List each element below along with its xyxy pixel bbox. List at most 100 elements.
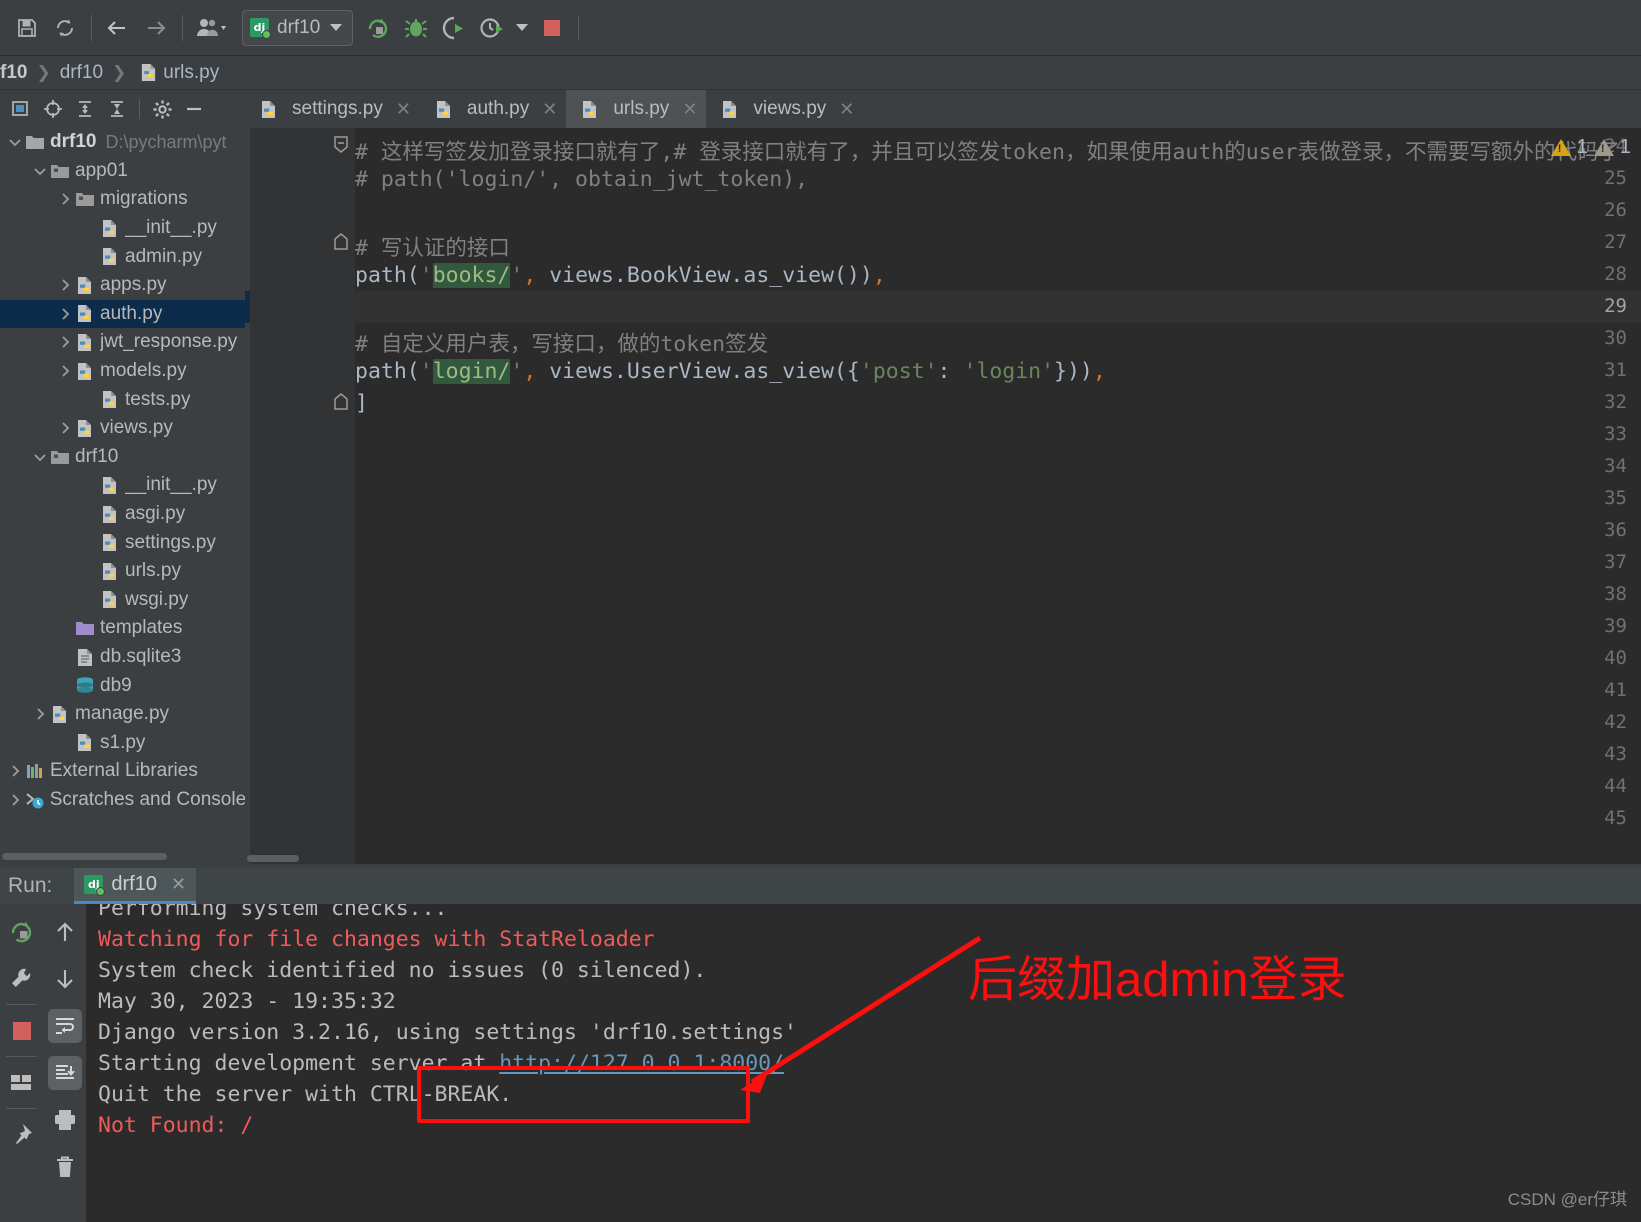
chevron-right-icon[interactable] [56,190,74,208]
select-target-icon[interactable] [6,94,36,124]
sync-icon[interactable] [46,9,84,47]
editor-tab-bar[interactable]: settings.py ✕ auth.py ✕ urls.py ✕ views.py ✕ [245,90,1641,128]
tree-item[interactable]: Scratches and Consoles [0,786,245,815]
code-line[interactable]: # 自定义用户表，写接口，做的token签发 [355,327,768,358]
tree-item[interactable]: jwt_response.py [0,328,245,357]
editor-hscrollbar[interactable] [245,852,1641,864]
stop-icon-run[interactable] [0,1007,43,1054]
tree-item[interactable]: drf10 [0,443,245,472]
close-icon[interactable]: ✕ [682,99,697,120]
tree-item[interactable]: models.py [0,357,245,386]
tree-item[interactable]: tests.py [0,385,245,414]
collapse-all-icon[interactable] [102,94,132,124]
rerun-icon[interactable] [359,9,397,47]
tree-item[interactable]: External Libraries [0,757,245,786]
inspection-indicator[interactable]: 1 1 [1550,136,1631,159]
scroll-to-end-icon[interactable] [43,1049,86,1096]
tree-item[interactable]: asgi.py [0,500,245,529]
chevron-right-icon[interactable] [81,248,99,266]
close-icon[interactable]: ✕ [396,99,411,120]
hide-icon[interactable] [179,94,209,124]
expand-all-icon[interactable] [70,94,100,124]
tree-item[interactable]: views.py [0,414,245,443]
run-configuration-selector[interactable]: dj drf10 [242,9,354,46]
soft-wrap-icon[interactable] [43,1002,86,1049]
chevron-right-icon[interactable] [56,305,74,323]
wrench-settings-icon[interactable] [0,955,43,1002]
tree-item[interactable]: settings.py [0,528,245,557]
tree-item[interactable]: templates [0,614,245,643]
tree-item[interactable]: s1.py [0,729,245,758]
chevron-right-icon[interactable] [81,219,99,237]
code-line[interactable]: # 这样写签发加登录接口就有了,# 登录接口就有了，并且可以签发token，如果… [355,135,1620,166]
chevron-right-icon[interactable] [81,391,99,409]
project-tree[interactable]: drf10 D:\pycharm\pyt app01 migrations __init… [0,128,245,844]
chevron-right-icon[interactable] [56,619,74,637]
forward-arrow-icon[interactable] [137,9,175,47]
tree-item[interactable]: __init__.py [0,214,245,243]
tree-item[interactable]: wsgi.py [0,586,245,615]
tree-item[interactable]: auth.py [0,299,245,329]
pin-icon[interactable] [0,1111,43,1158]
debug-bug-icon[interactable] [397,9,435,47]
trash-icon[interactable] [43,1143,86,1190]
tree-item[interactable]: migrations [0,185,245,214]
profile-dropdown-icon[interactable] [511,9,533,47]
chevron-right-icon[interactable] [56,276,74,294]
editor-tab[interactable]: views.py ✕ [706,90,863,128]
run-tab-drf10[interactable]: dj drf10 ✕ [74,868,197,904]
tree-item[interactable]: urls.py [0,557,245,586]
run-console[interactable]: Performing system checks... Watching for … [86,904,1641,1222]
layout-icon[interactable] [0,1059,43,1106]
tree-item[interactable]: manage.py [0,700,245,729]
tree-item[interactable]: __init__.py [0,471,245,500]
tree-item[interactable]: drf10 D:\pycharm\pyt [0,128,245,157]
chevron-right-icon[interactable] [81,534,99,552]
chevron-right-icon[interactable] [56,648,74,666]
tree-item[interactable]: db.sqlite3 [0,643,245,672]
code-line[interactable]: ] [355,391,368,416]
fold-marker[interactable] [333,392,353,412]
chevron-down-icon[interactable] [330,24,343,31]
chevron-right-icon[interactable] [6,791,24,809]
tree-item[interactable]: db9 [0,671,245,700]
save-icon[interactable] [8,9,46,47]
editor-gutter[interactable] [245,128,331,864]
close-icon[interactable]: ✕ [542,99,557,120]
breadcrumb-item-file[interactable]: urls.py [163,62,219,84]
tree-item[interactable]: admin.py [0,242,245,271]
fold-marker[interactable] [333,136,353,156]
chevron-right-icon[interactable] [81,562,99,580]
chevron-right-icon[interactable] [56,677,74,695]
chevron-down-icon[interactable] [31,448,49,466]
chevron-down-icon[interactable] [6,133,24,151]
chevron-right-icon[interactable] [56,734,74,752]
up-arrow-icon[interactable] [43,908,86,955]
chevron-down-icon[interactable] [31,162,49,180]
chevron-right-icon[interactable] [56,419,74,437]
stop-icon[interactable] [533,9,571,47]
breadcrumb-item-folder[interactable]: drf10 [60,62,103,84]
code-editor[interactable]: 24 # 这样写签发加登录接口就有了,# 登录接口就有了，并且可以签发token，… [245,128,1641,864]
fold-marker[interactable] [333,232,353,252]
editor-tab[interactable]: auth.py ✕ [420,90,566,128]
code-line[interactable]: path('books/', views.BookView.as_view())… [355,263,886,288]
chevron-right-icon[interactable] [56,362,74,380]
code-line[interactable]: # 写认证的接口 [355,231,510,262]
chevron-right-icon[interactable] [56,333,74,351]
chevron-right-icon[interactable] [81,591,99,609]
user-group-icon[interactable] [190,9,236,47]
coverage-icon[interactable] [435,9,473,47]
tree-item[interactable]: apps.py [0,271,245,300]
locate-icon[interactable] [38,94,68,124]
chevron-right-icon[interactable] [81,476,99,494]
code-line[interactable]: # path('login/', obtain_jwt_token), [355,167,808,192]
back-arrow-icon[interactable] [99,9,137,47]
breadcrumb-item-project[interactable]: f10 [0,62,27,84]
chevron-right-icon[interactable] [31,705,49,723]
code-line[interactable]: path('login/', views.UserView.as_view({'… [355,359,1106,384]
close-icon[interactable]: ✕ [171,874,186,895]
chevron-right-icon[interactable] [6,762,24,780]
editor-tab[interactable]: urls.py ✕ [566,90,707,128]
tree-item[interactable]: app01 [0,157,245,186]
